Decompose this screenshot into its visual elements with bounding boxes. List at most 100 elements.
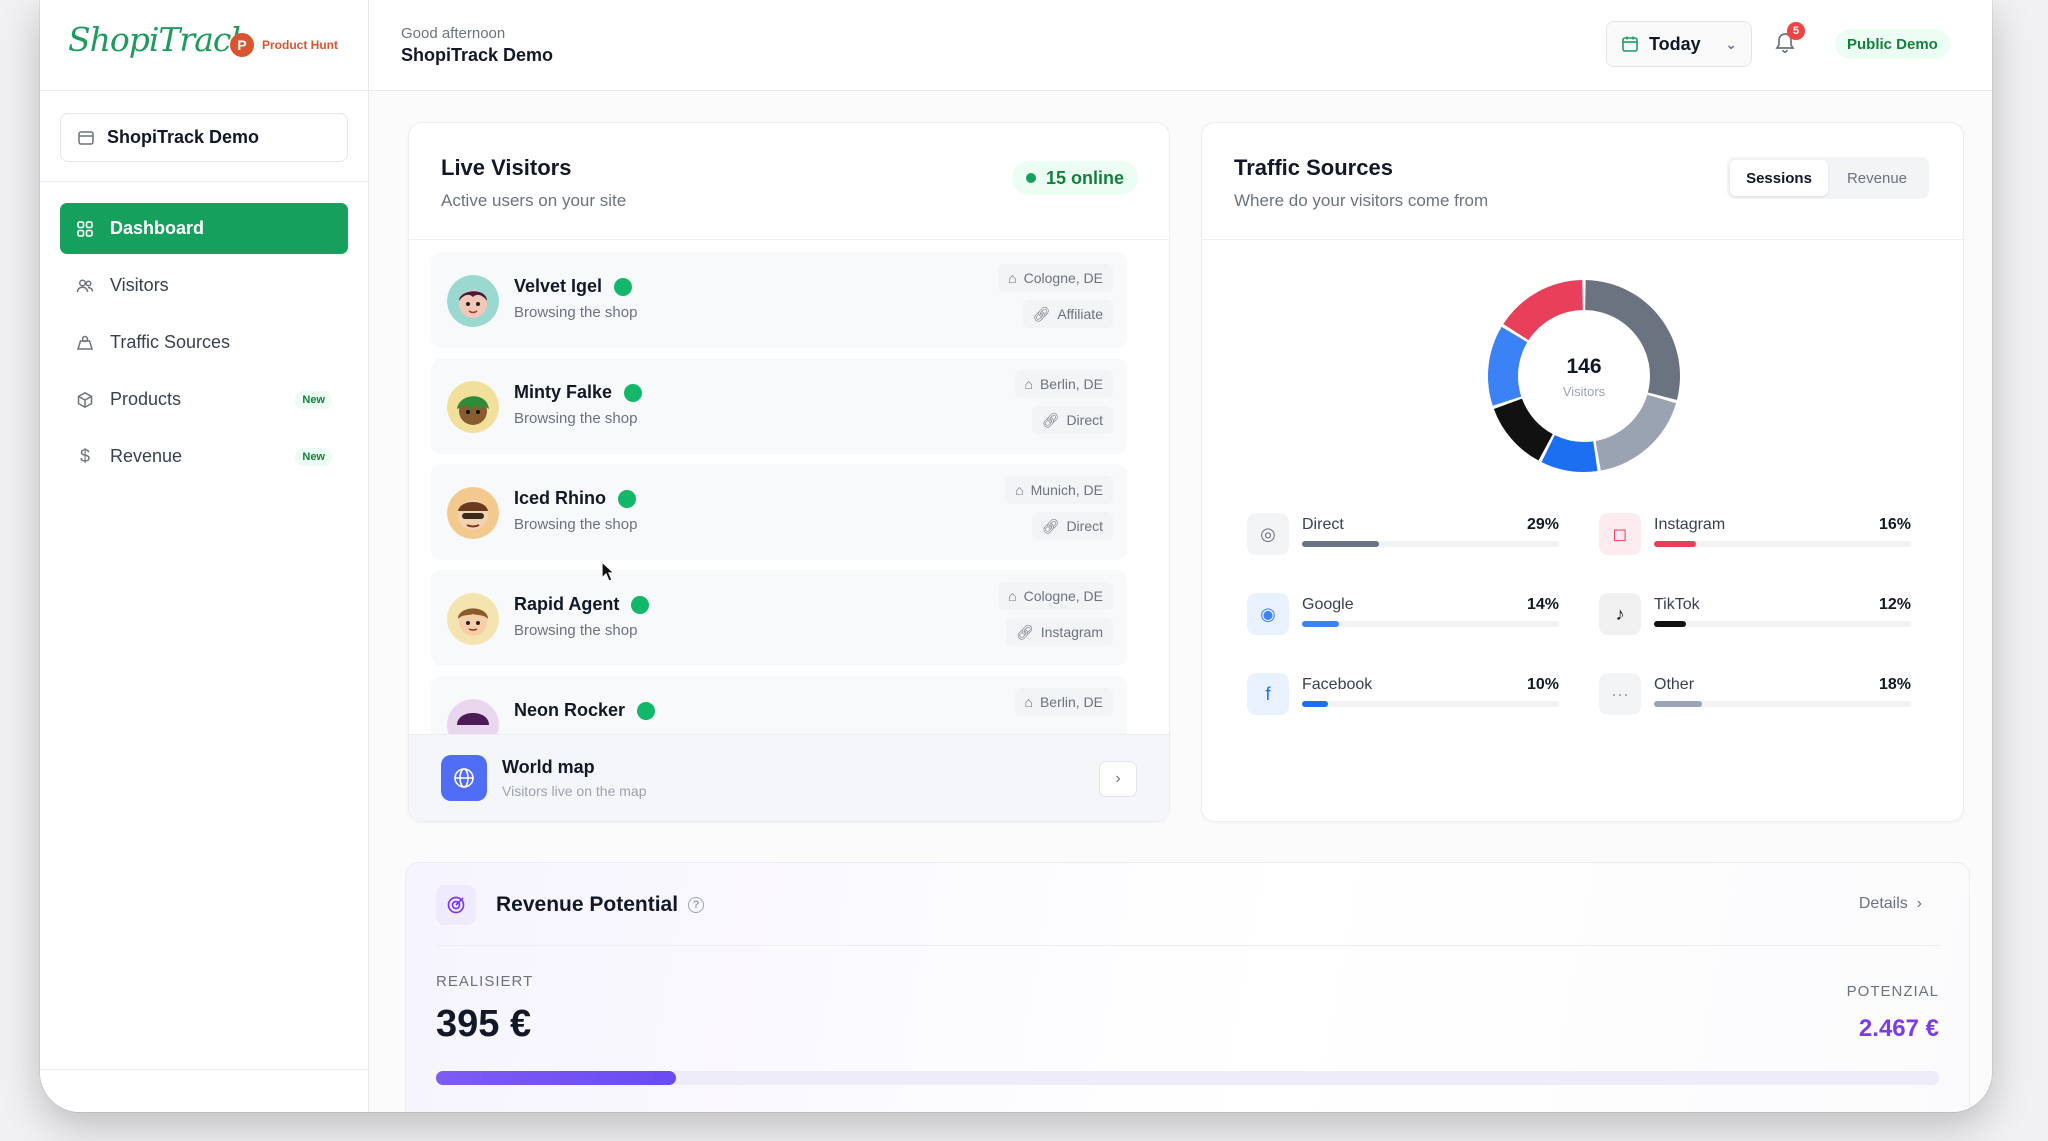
help-icon[interactable]: ?: [688, 897, 705, 913]
donut-slice-tiktok[interactable]: [1493, 398, 1553, 461]
location-icon: ⌂: [1008, 270, 1017, 286]
visitor-name: Iced Rhino: [514, 488, 637, 509]
online-dot-icon: [1026, 173, 1036, 183]
date-range-button[interactable]: Today ⌄: [1606, 21, 1752, 67]
potential-label: POTENZIAL: [1846, 983, 1939, 1000]
source-bar-fill: [1654, 621, 1686, 627]
link-icon: 🔗︎: [1041, 411, 1060, 428]
map-icon: [76, 335, 94, 350]
visitor-row[interactable]: Velvet Igel Browsing the shop ⌂ Cologne, …: [431, 252, 1127, 348]
source-bar-track: [1302, 541, 1559, 547]
tiktok-icon: ♪: [1599, 593, 1641, 635]
sidebar-item-products[interactable]: Products New: [60, 374, 348, 425]
source-bar-fill: [1654, 701, 1702, 707]
avatar: [447, 699, 499, 736]
location-icon: ⌂: [1008, 588, 1017, 604]
source-percent: 16%: [1878, 516, 1911, 533]
sidebar-divider: [40, 181, 368, 182]
location-icon: ⌂: [1024, 376, 1033, 392]
revenue-potential-card: Revenue Potential ? Details › REALISIERT…: [405, 862, 1970, 1112]
visitor-source: 🔗︎ Direct: [1031, 512, 1113, 540]
visitor-location: ⌂ Berlin, DE: [1014, 688, 1113, 716]
source-name: Other: [1654, 676, 1695, 693]
logo[interactable]: ShopiTrack: [68, 20, 250, 59]
mouse-cursor-icon: [601, 561, 615, 582]
sidebar-item-revenue[interactable]: $ Revenue New: [60, 431, 348, 482]
metric-toggle: Sessions Revenue: [1727, 157, 1929, 199]
greeting-text: Good afternoon: [401, 25, 506, 42]
traffic-source-google[interactable]: ◉ Google 14%: [1247, 593, 1559, 643]
traffic-donut-chart: 146 Visitors: [1486, 278, 1682, 474]
visitor-row[interactable]: Rapid Agent Browsing the shop ⌂ Cologne, …: [431, 570, 1127, 666]
online-dot-icon: [631, 595, 650, 614]
source-bar-track: [1302, 701, 1559, 707]
visitor-source: 🔗︎ Instagram: [1005, 618, 1113, 646]
dollar-icon: $: [79, 446, 90, 466]
calendar-icon: [1622, 36, 1638, 52]
tab-revenue[interactable]: Revenue: [1828, 160, 1926, 196]
visitor-name: Neon Rocker: [514, 700, 656, 721]
visitor-name: Velvet Igel: [514, 276, 633, 297]
product-hunt-badge[interactable]: P Product Hunt: [230, 33, 338, 57]
sidebar-item-dashboard[interactable]: Dashboard: [60, 203, 348, 254]
brand-area: ShopiTrack P Product Hunt: [40, 0, 369, 91]
source-percent: 14%: [1526, 596, 1559, 613]
instagram-icon: ◻: [1599, 513, 1641, 555]
traffic-source-direct[interactable]: ◎ Direct 29%: [1247, 513, 1559, 563]
source-name: Facebook: [1302, 676, 1373, 693]
source-percent: 29%: [1526, 516, 1559, 533]
revenue-divider: [436, 945, 1939, 946]
visitor-row[interactable]: Minty Falke Browsing the shop ⌂ Berlin, D…: [431, 358, 1127, 454]
donut-slice-other[interactable]: [1595, 394, 1677, 471]
chevron-right-icon[interactable]: ›: [1099, 761, 1137, 797]
sidebar-item-visitors[interactable]: Visitors: [60, 260, 348, 311]
tab-sessions[interactable]: Sessions: [1730, 160, 1828, 196]
details-link[interactable]: Details ›: [1859, 895, 1922, 913]
store-selector[interactable]: ShopiTrack Demo: [60, 113, 348, 162]
source-name: Instagram: [1654, 516, 1726, 533]
card-subtitle: Active users on your site: [441, 191, 627, 210]
source-percent: 12%: [1878, 596, 1911, 613]
visitor-list[interactable]: Velvet Igel Browsing the shop ⌂ Cologne, …: [409, 240, 1169, 736]
visitor-row[interactable]: Neon Rocker ⌂ Berlin, DE: [431, 676, 1127, 736]
world-map-subtitle: Visitors live on the map: [502, 783, 647, 799]
source-bar-track: [1654, 621, 1911, 627]
revenue-progress-fill: [436, 1071, 677, 1085]
donut-slice-direct[interactable]: [1585, 280, 1680, 400]
link-icon: 🔗︎: [1041, 517, 1060, 534]
traffic-source-other[interactable]: ··· Other 18%: [1599, 673, 1911, 723]
location-icon: ⌂: [1024, 694, 1033, 710]
globe-icon: [441, 755, 487, 801]
card-divider: [1202, 239, 1963, 240]
traffic-source-instagram[interactable]: ◻ Instagram 16%: [1599, 513, 1911, 563]
product-hunt-label: Product Hunt: [262, 38, 338, 52]
visitor-location: ⌂ Cologne, DE: [998, 582, 1113, 610]
visitor-row[interactable]: Iced Rhino Browsing the shop ⌂ Munich, DE…: [431, 464, 1127, 560]
box-icon: [77, 391, 93, 408]
avatar: [447, 381, 499, 433]
donut-total: 146: [1566, 355, 1602, 378]
sidebar: ShopiTrack Demo Dashboard Visitors Traff…: [40, 91, 369, 1112]
location-icon: ⌂: [1015, 482, 1024, 498]
source-name: Direct: [1302, 516, 1344, 533]
link-icon: 🔗︎: [1032, 305, 1051, 322]
online-dot-icon: [618, 489, 637, 508]
notifications-button[interactable]: 5: [1773, 22, 1805, 58]
sidebar-item-label: Revenue: [110, 446, 183, 466]
online-dot-icon: [614, 277, 633, 296]
donut-slice-instagram[interactable]: [1503, 280, 1583, 341]
new-badge: New: [295, 447, 332, 466]
top-bar: ShopiTrack P Product Hunt Good afternoon…: [40, 0, 1992, 91]
sidebar-item-label: Visitors: [110, 275, 169, 295]
source-name: Google: [1302, 596, 1354, 613]
traffic-sources-card: Traffic Sources Where do your visitors c…: [1201, 122, 1964, 822]
source-bar-track: [1654, 701, 1911, 707]
donut-slice-facebook[interactable]: [1541, 435, 1598, 472]
world-map-link[interactable]: World map Visitors live on the map ›: [409, 734, 1169, 821]
traffic-source-facebook[interactable]: f Facebook 10%: [1247, 673, 1559, 723]
traffic-source-tiktok[interactable]: ♪ TikTok 12%: [1599, 593, 1911, 643]
grid-icon: [77, 220, 93, 237]
sidebar-item-traffic-sources[interactable]: Traffic Sources: [60, 317, 348, 368]
source-bar-fill: [1302, 541, 1379, 547]
visitor-name: Minty Falke: [514, 382, 643, 403]
